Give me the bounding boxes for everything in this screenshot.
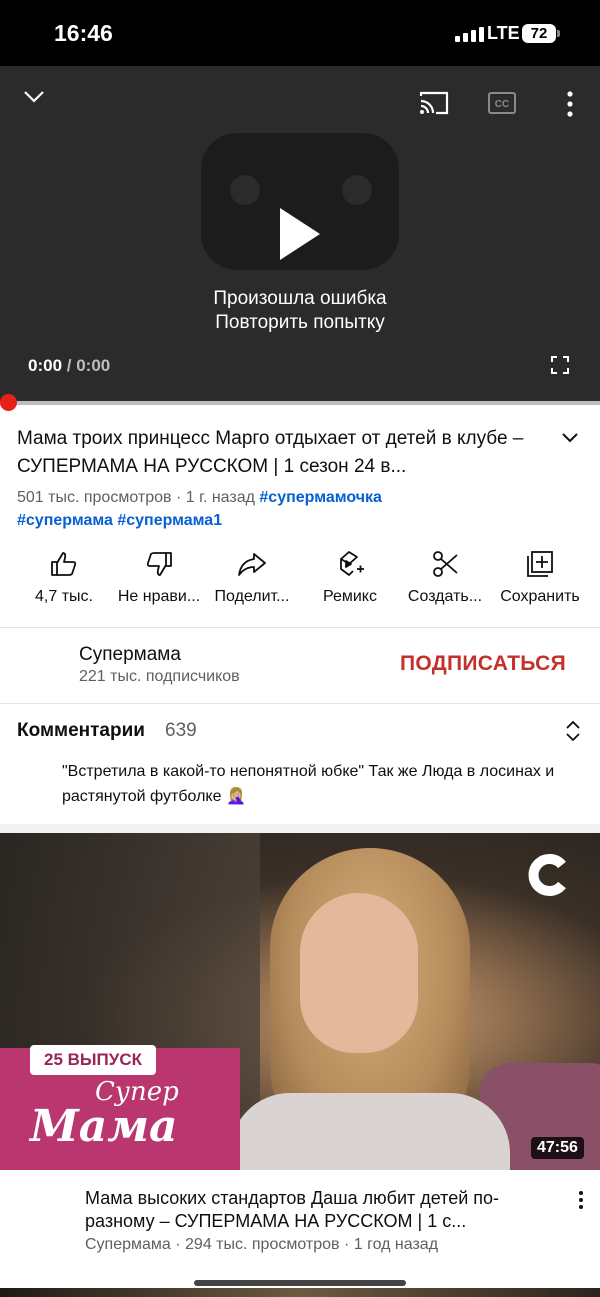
clip-button[interactable]: Создать...	[395, 548, 495, 606]
next-video-thumbnail[interactable]: 25 ВЫПУСК Супер Мама 47:56	[0, 833, 600, 1170]
remix-icon	[300, 548, 400, 580]
progress-scrubber[interactable]	[0, 394, 17, 411]
fullscreen-icon[interactable]	[551, 356, 569, 374]
save-label: Сохранить	[500, 588, 580, 605]
next-thumbnail-peek	[0, 1288, 600, 1297]
like-count: 4,7 тыс.	[35, 588, 93, 605]
save-button[interactable]: Сохранить	[490, 548, 590, 606]
hashtag[interactable]: #супермамочка	[259, 489, 382, 506]
upload-age: · 1 г. назад	[171, 489, 260, 506]
video-meta: 501 тыс. просмотров · 1 г. назад #суперм…	[17, 486, 577, 532]
signal-icon	[455, 26, 484, 42]
subscribe-button[interactable]: ПОДПИСАТЬСЯ	[400, 652, 566, 676]
view-count: 501 тыс. просмотров	[17, 489, 172, 506]
error-message: Произошла ошибка	[213, 288, 387, 309]
share-icon	[202, 548, 302, 580]
video-title[interactable]: Мама троих принцесс Марго отдыхает от де…	[17, 425, 537, 481]
battery-tip	[557, 30, 560, 37]
action-bar: 4,7 тыс. Не нрави... Поделит... Ремикс С…	[0, 548, 600, 610]
remix-button[interactable]: Ремикс	[300, 548, 400, 606]
episode-badge: 25 ВЫПУСК	[30, 1045, 156, 1075]
comments-count: 639	[165, 720, 197, 741]
more-options-icon[interactable]	[566, 91, 574, 117]
video-player[interactable]: CC Произошла ошибка Повторить попытку 0:…	[0, 66, 600, 401]
next-video-title[interactable]: Мама высоких стандартов Даша любит детей…	[85, 1187, 565, 1233]
hashtag[interactable]: #супермама	[17, 512, 113, 529]
subscriber-count: 221 тыс. подписчиков	[79, 668, 240, 685]
divider	[0, 703, 600, 704]
total-duration: 0:00	[76, 356, 111, 375]
like-button[interactable]: 4,7 тыс.	[14, 548, 114, 606]
time-display: 0:00 / 0:00	[28, 356, 110, 376]
save-to-playlist-icon	[490, 548, 590, 580]
captions-icon[interactable]: CC	[488, 92, 516, 114]
thumb-down-icon	[109, 548, 209, 580]
status-bar: 16:46 LTE 72	[0, 0, 600, 66]
share-label: Поделит...	[214, 588, 290, 605]
comments-heading[interactable]: Комментарии	[17, 720, 145, 742]
next-video-meta: Супермама · 294 тыс. просмотров · 1 год …	[85, 1236, 439, 1253]
brand-text-mama: Мама	[30, 1101, 178, 1152]
battery-icon: 72	[522, 24, 556, 43]
remix-label: Ремикс	[323, 588, 377, 605]
clock: 16:46	[54, 20, 113, 46]
time-separator: /	[62, 356, 77, 375]
minimize-chevron-icon[interactable]	[23, 90, 45, 104]
clip-label: Создать...	[407, 588, 483, 605]
top-comment[interactable]: "Встретила в какой-то непонятной юбке" Т…	[62, 759, 562, 809]
hashtag[interactable]: #супермама1	[117, 512, 222, 529]
svg-text:CC: CC	[495, 99, 509, 110]
share-button[interactable]: Поделит...	[202, 548, 302, 606]
dislike-button[interactable]: Не нрави...	[109, 548, 209, 606]
section-separator	[0, 824, 600, 833]
home-indicator[interactable]	[194, 1280, 406, 1286]
expand-description-icon[interactable]	[561, 431, 579, 449]
channel-name[interactable]: Супермама	[79, 644, 181, 666]
progress-bar[interactable]	[0, 401, 600, 405]
video-more-options-icon[interactable]	[578, 1190, 584, 1215]
cast-icon[interactable]	[418, 90, 450, 116]
video-duration: 47:56	[531, 1137, 584, 1159]
ctc-logo-icon	[524, 851, 572, 899]
expand-comments-icon[interactable]	[565, 720, 581, 747]
retry-link[interactable]: Повторить попытку	[0, 312, 600, 334]
thumb-up-icon	[14, 548, 114, 580]
dislike-label: Не нрави...	[117, 588, 201, 605]
network-type: LTE	[487, 23, 520, 43]
divider	[0, 627, 600, 628]
scissors-icon	[395, 548, 495, 580]
current-time: 0:00	[28, 356, 63, 375]
play-icon[interactable]	[278, 206, 322, 262]
